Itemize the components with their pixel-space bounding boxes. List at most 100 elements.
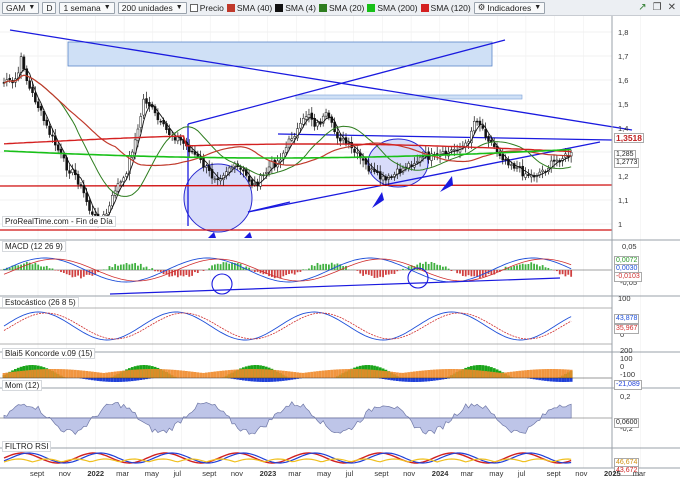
time-tick-label: mar	[288, 469, 302, 478]
koncorde-orange-bar	[136, 369, 140, 378]
koncorde-orange-bar	[202, 372, 205, 378]
restore-icon[interactable]: ❐	[653, 2, 662, 13]
koncorde-orange-bar	[110, 371, 114, 378]
macd-histogram-bar	[427, 263, 430, 270]
macd-histogram-bar	[527, 264, 530, 270]
koncorde-orange-bar	[25, 370, 29, 378]
koncorde-title[interactable]: Blai5 Koncorde v.09 (15)	[2, 348, 96, 359]
macd-histogram-bar	[518, 264, 521, 270]
koncorde-orange-bar	[199, 372, 203, 378]
units-select[interactable]: 200 unidades ▼	[117, 1, 187, 14]
stoch-tick-label: 100	[618, 294, 631, 303]
koncorde-blue-bar	[546, 378, 550, 382]
macd-title[interactable]: MACD (12 26 9)	[2, 241, 66, 252]
trend-tool-icon[interactable]: ↗	[638, 2, 646, 13]
macd-histogram-bar	[470, 270, 473, 277]
toggle-sma4[interactable]: SMA (4)	[275, 3, 316, 13]
koncorde-blue-bar	[561, 378, 564, 382]
koncorde-orange-bar	[307, 372, 311, 378]
toggle-sma120[interactable]: SMA (120)	[420, 3, 471, 13]
macd-histogram-bar	[556, 270, 558, 272]
koncorde-orange-bar	[108, 372, 111, 378]
rsi-title[interactable]: FILTRO RSI	[2, 441, 52, 452]
candle-body	[227, 167, 231, 173]
koncorde-orange-bar	[113, 371, 117, 378]
period-select[interactable]: 1 semana ▼	[59, 1, 115, 14]
close-icon[interactable]: ✕	[668, 2, 676, 13]
toggle-sma20[interactable]: SMA (20)	[318, 3, 364, 13]
macd-histogram-bar	[370, 270, 373, 276]
koncorde-orange-bar	[532, 369, 536, 378]
macd-histogram-bar	[536, 264, 538, 270]
candle-body	[501, 154, 504, 161]
koncorde-blue-bar	[564, 378, 567, 382]
koncorde-orange-bar	[427, 370, 431, 378]
macd-histogram-bar	[547, 267, 550, 270]
macd-histogram-bar	[387, 270, 390, 275]
macd-tick-label: 0,05	[622, 242, 637, 251]
toggle-sma200[interactable]: SMA (200)	[367, 2, 418, 13]
indicator-series	[0, 257, 612, 464]
symbol-select[interactable]: GAM ▼	[2, 1, 40, 14]
koncorde-orange-bar	[347, 369, 351, 378]
candle-body	[361, 158, 365, 161]
indicators-button[interactable]: ⚙ Indicadores ▼	[473, 1, 546, 14]
koncorde-orange-bar	[185, 371, 188, 378]
macd-histogram-bar	[82, 270, 85, 277]
stoch-k-tag: 43,878	[614, 314, 640, 324]
toggle-sma200-label: SMA (200)	[377, 2, 418, 13]
toggle-price[interactable]: Precio	[189, 3, 224, 13]
symbol-badge[interactable]: D	[42, 1, 57, 14]
time-tick-label: mar	[632, 469, 646, 478]
arrow-marker-icon	[208, 232, 216, 238]
stoch-title[interactable]: Estocástico (26 8 5)	[2, 297, 79, 308]
koncorde-orange-bar	[156, 369, 160, 378]
koncorde-orange-bar	[73, 369, 77, 378]
koncorde-blue-bar	[119, 378, 123, 382]
price-tick-label: 1,5	[618, 100, 629, 109]
koncorde-orange-bar	[350, 369, 354, 378]
macd-histogram-bar	[176, 270, 179, 278]
macd-histogram-bar	[179, 270, 182, 276]
candle-body	[284, 147, 288, 153]
macd-histogram-bar	[45, 265, 48, 270]
koncorde-blue-bar	[261, 378, 265, 382]
koncorde-blue-bar	[284, 378, 288, 381]
koncorde-orange-bar	[250, 369, 254, 378]
koncorde-orange-bar	[373, 369, 376, 378]
koncorde-blue-bar	[435, 378, 439, 381]
koncorde-orange-bar	[458, 369, 462, 378]
color-swatch-icon	[420, 3, 429, 12]
chart-canvas[interactable]	[0, 16, 680, 480]
source-label: ProRealTime.com - Fin de Día	[2, 216, 116, 227]
koncorde-blue-bar	[242, 378, 245, 381]
koncorde-orange-bar	[527, 369, 530, 378]
koncorde-blue-bar	[398, 378, 402, 382]
macd-histogram-bar	[561, 270, 564, 275]
koncorde-orange-bar	[142, 369, 146, 378]
koncorde-blue-bar	[130, 378, 134, 382]
koncorde-blue-bar	[264, 378, 268, 382]
koncorde-orange-bar	[390, 371, 393, 378]
koncorde-orange-bar	[358, 369, 362, 378]
candle-body	[122, 177, 125, 182]
koncorde-blue-bar	[415, 378, 419, 382]
koncorde-orange-bar	[90, 371, 94, 378]
toggle-sma40[interactable]: SMA (40)	[226, 3, 272, 13]
macd-histogram-bar	[316, 262, 319, 270]
koncorde-orange-bar	[45, 369, 49, 378]
macd-histogram-bar	[43, 266, 45, 270]
price-tag-b: 1,2773	[614, 158, 640, 168]
koncorde-blue-bar	[549, 378, 553, 382]
koncorde-blue-bar	[93, 378, 97, 381]
koncorde-orange-bar	[330, 369, 334, 378]
chevron-down-icon: ▼	[103, 4, 111, 11]
koncorde-blue-bar	[102, 378, 106, 382]
toggle-sma4-label: SMA (4)	[285, 2, 316, 13]
candle-body	[247, 175, 251, 182]
macd-circle-marker	[211, 273, 233, 295]
window-tools: ↗ ❐ ✕	[638, 2, 676, 13]
macd-histogram-bar	[558, 270, 561, 275]
mom-title[interactable]: Mom (12)	[2, 380, 43, 391]
macd-histogram-bar	[325, 263, 327, 270]
